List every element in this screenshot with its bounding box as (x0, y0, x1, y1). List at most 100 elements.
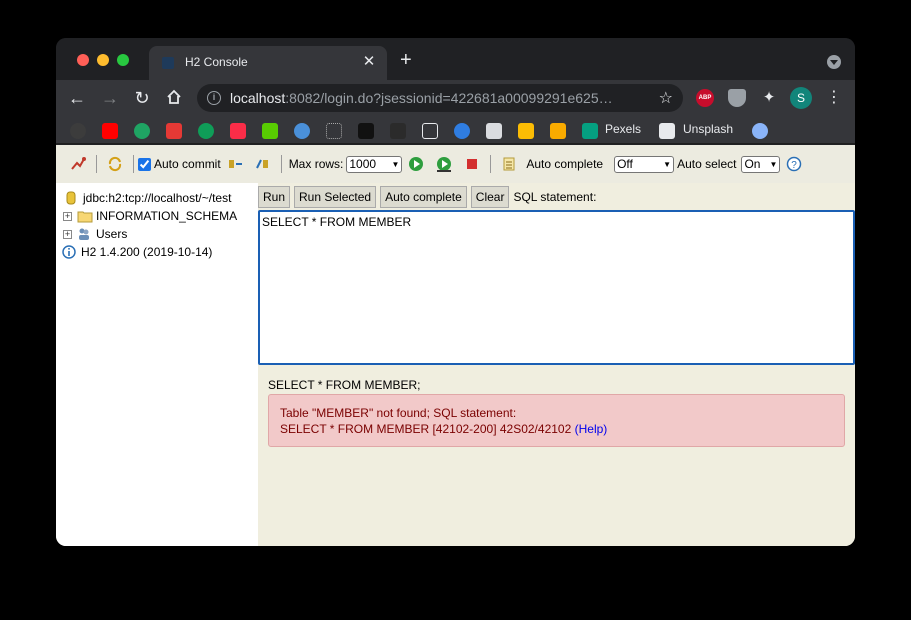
bookmarks-bar: Pexels Unsplash (56, 116, 855, 144)
duolingo-bookmark-icon[interactable] (262, 123, 278, 139)
info-icon (62, 245, 76, 259)
max-rows-label: Max rows: (288, 157, 344, 171)
schema-name: INFORMATION_SCHEMA (96, 209, 238, 223)
unsplash-bookmark-icon[interactable] (659, 123, 675, 139)
run-icon[interactable] (408, 156, 424, 172)
tab-close-icon[interactable]: ✕ (361, 52, 377, 72)
svg-text:?: ? (792, 160, 798, 171)
auto-select-label: Auto select (677, 157, 737, 171)
toolbar-divider (133, 155, 134, 173)
store-bookmark-icon[interactable] (486, 123, 502, 139)
disconnect-icon[interactable] (70, 156, 86, 172)
error-line-1: Table "MEMBER" not found; SQL statement: (280, 406, 517, 420)
run-selected-icon[interactable] (436, 156, 452, 172)
adblock-plus-icon[interactable]: ABP (696, 89, 714, 107)
tree-information-schema[interactable]: + INFORMATION_SCHEMA (56, 207, 258, 225)
url-text[interactable]: localhost:8082/login.do?jsessionid=42268… (230, 90, 613, 106)
cloud-bookmark-icon[interactable] (454, 123, 470, 139)
auto-complete-select[interactable]: Off ▼ (614, 155, 675, 173)
auto-commit-input[interactable] (138, 157, 151, 171)
connection-url: jdbc:h2:tcp://localhost/~/test (83, 191, 232, 205)
max-rows-select[interactable]: 1000 ▼ (346, 155, 403, 173)
github-bookmark-icon[interactable] (70, 123, 86, 139)
shield-extension-icon[interactable] (728, 89, 746, 107)
run-selected-button[interactable]: Run Selected (294, 186, 377, 208)
tab-title: H2 Console (185, 55, 248, 69)
sql-statement-label: SQL statement: (513, 190, 597, 204)
rollback-icon[interactable] (227, 156, 243, 172)
site-info-icon[interactable]: i (207, 91, 221, 105)
tree-version: H2 1.4.200 (2019-10-14) (56, 243, 258, 261)
profile-avatar[interactable]: S (790, 87, 812, 109)
sql-textarea[interactable]: SELECT * FROM MEMBER (258, 210, 855, 365)
dots-bookmark-icon[interactable] (326, 123, 342, 139)
unsplash-bookmark-label[interactable]: Unsplash (683, 122, 733, 136)
tree-users[interactable]: + Users (56, 225, 258, 243)
error-help-link[interactable]: (Help) (575, 422, 608, 436)
auto-complete-button[interactable]: Auto complete (380, 186, 467, 208)
q-bookmark-icon[interactable] (198, 123, 214, 139)
help-icon[interactable]: ? (786, 156, 802, 172)
analytics-bookmark-icon[interactable] (550, 123, 566, 139)
users-label: Users (96, 227, 128, 241)
run-button[interactable]: Run (258, 186, 291, 208)
expand-icon[interactable]: + (63, 211, 72, 221)
close-window-button[interactable] (77, 54, 89, 66)
history-icon[interactable] (501, 156, 517, 172)
green-bookmark-icon[interactable] (134, 123, 150, 139)
c-bookmark-icon[interactable] (166, 123, 182, 139)
tab-strip: H2 Console ✕ + (56, 38, 855, 80)
home-icon[interactable] (164, 88, 184, 108)
pexels-bookmark-icon[interactable] (582, 123, 598, 139)
new-tab-button[interactable]: + (400, 50, 412, 70)
toolbar-divider (490, 155, 492, 173)
toolbar-divider (280, 155, 282, 173)
error-line-2: SELECT * FROM MEMBER [42102-200] 42S02/4… (280, 421, 833, 437)
clear-button[interactable]: Clear (470, 186, 510, 208)
h2-console-page: Auto commit Max rows: 1000 ▼ Auto comple… (56, 145, 855, 546)
database-icon (64, 191, 78, 205)
bookmark-star-icon[interactable]: ☆ (659, 88, 673, 108)
h2-favicon-icon (162, 57, 174, 69)
address-bar[interactable]: i localhost:8082/login.do?jsessionid=422… (197, 84, 683, 112)
youtube-bookmark-icon[interactable] (102, 123, 118, 139)
tree-connection[interactable]: jdbc:h2:tcp://localhost/~/test (56, 189, 258, 207)
inv-bookmark-icon[interactable] (358, 123, 374, 139)
toolbar-divider (96, 155, 97, 173)
result-statement: SELECT * FROM MEMBER; (268, 378, 421, 392)
auto-commit-label: Auto commit (154, 157, 221, 171)
schema-tree: jdbc:h2:tcp://localhost/~/test + INFORMA… (56, 183, 258, 546)
ads-bookmark-icon[interactable] (518, 123, 534, 139)
maximize-window-button[interactable] (117, 54, 129, 66)
auto-commit-checkbox[interactable]: Auto commit (138, 157, 221, 171)
expand-icon[interactable]: + (63, 229, 72, 239)
music-bookmark-icon[interactable] (230, 123, 246, 139)
folder-bookmark-icon[interactable] (422, 123, 438, 139)
forward-arrow-icon[interactable]: → (100, 88, 120, 108)
stop-icon[interactable] (464, 156, 480, 172)
bird-bookmark-icon[interactable] (390, 123, 406, 139)
users-icon (77, 227, 91, 241)
back-arrow-icon[interactable]: ← (67, 88, 87, 108)
tab-search-icon[interactable] (827, 55, 841, 69)
auto-select-select[interactable]: On ▼ (741, 155, 781, 173)
sql-editor-area: Run Run Selected Auto complete Clear SQL… (258, 183, 855, 546)
minimize-window-button[interactable] (97, 54, 109, 66)
query-button-row: Run Run Selected Auto complete Clear SQL… (258, 186, 596, 208)
version-label: H2 1.4.200 (2019-10-14) (81, 245, 213, 259)
blue-circle-bookmark-icon[interactable] (294, 123, 310, 139)
reload-icon[interactable]: ↻ (132, 88, 152, 108)
refresh-icon[interactable] (107, 156, 123, 172)
auto-complete-label: Auto complete (526, 157, 604, 171)
error-message-box: Table "MEMBER" not found; SQL statement:… (268, 394, 845, 447)
browser-toolbar: ← → ↻ i localhost:8082/login.do?jsession… (56, 80, 855, 116)
browser-window: H2 Console ✕ + ← → ↻ i localhost:8082/lo… (56, 38, 855, 546)
folder-icon (77, 209, 93, 223)
browser-menu-icon[interactable]: ⋮ (826, 89, 842, 107)
extensions-puzzle-icon[interactable]: ✦ (760, 89, 778, 107)
pexels-bookmark-label[interactable]: Pexels (605, 122, 641, 136)
commit-icon[interactable] (255, 156, 271, 172)
moon-bookmark-icon[interactable] (752, 123, 768, 139)
h2-toolbar: Auto commit Max rows: 1000 ▼ Auto comple… (56, 145, 855, 183)
tab-h2-console[interactable]: H2 Console ✕ (149, 46, 387, 80)
